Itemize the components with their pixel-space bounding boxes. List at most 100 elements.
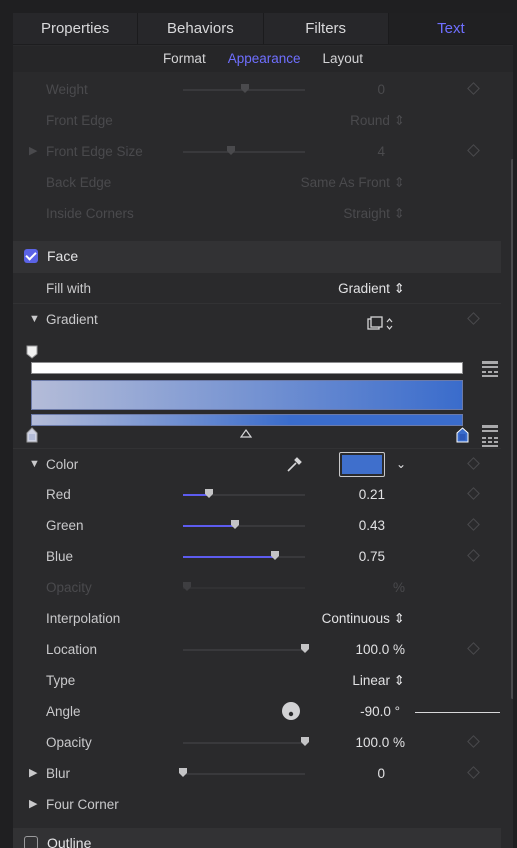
subtab-appearance[interactable]: Appearance: [228, 46, 301, 72]
keyframe-diamond-icon[interactable]: [467, 82, 480, 95]
face-opacity-thumb[interactable]: [300, 737, 310, 747]
weight-label: Weight: [46, 82, 88, 97]
red-slider[interactable]: [183, 489, 305, 498]
distribute-tags-icon[interactable]: [481, 360, 499, 383]
vertical-scrollbar[interactable]: [511, 159, 513, 699]
interpolation-label: Interpolation: [46, 611, 121, 626]
tab-filters[interactable]: Filters: [264, 13, 389, 44]
interpolation-row: Interpolation Continuous ⇕: [13, 603, 501, 634]
keyframe-diamond-icon[interactable]: [467, 487, 480, 500]
fill-with-row: Fill with Gradient ⇕: [13, 272, 501, 303]
inspector-tabs: Properties Behaviors Filters Text: [13, 13, 513, 45]
blue-slider-thumb[interactable]: [270, 551, 280, 561]
opacity-tag-start[interactable]: [26, 345, 38, 362]
outline-section-header: Outline: [13, 828, 501, 848]
weight-slider-thumb[interactable]: [240, 84, 250, 94]
face-opacity-row: Opacity 100.0 %: [13, 727, 501, 758]
color-tag-start[interactable]: [26, 427, 38, 446]
front-edge-popup[interactable]: Round ⇕: [283, 105, 405, 136]
color-label: Color: [46, 457, 79, 472]
location-value[interactable]: 100.0 %: [313, 634, 405, 665]
blur-label: Blur: [46, 766, 71, 781]
color-opacity-label: Opacity: [46, 580, 92, 595]
face-opacity-label: Opacity: [46, 735, 92, 750]
color-gradient-bar[interactable]: [31, 414, 463, 426]
color-opacity-value[interactable]: %: [313, 572, 405, 603]
blur-slider[interactable]: [179, 768, 305, 777]
disclosure-triangle-icon[interactable]: ▶: [29, 758, 37, 789]
disclosure-triangle-icon[interactable]: ▼: [29, 304, 40, 335]
fill-with-popup[interactable]: Gradient ⇕: [283, 273, 405, 304]
red-slider-thumb[interactable]: [204, 489, 214, 499]
type-popup[interactable]: Linear ⇕: [283, 665, 405, 696]
front-edge-label: Front Edge: [46, 113, 113, 128]
weight-slider[interactable]: [183, 84, 305, 93]
chevron-down-icon[interactable]: ⌄: [396, 449, 406, 480]
green-slider-thumb[interactable]: [230, 520, 240, 530]
tab-text[interactable]: Text: [388, 13, 513, 44]
tab-properties[interactable]: Properties: [13, 13, 139, 44]
weight-row: Weight 0: [13, 74, 501, 105]
color-well[interactable]: [339, 452, 385, 477]
four-corner-label: Four Corner: [46, 797, 119, 812]
keyframe-diamond-icon[interactable]: [467, 457, 480, 470]
blur-row: ▶ Blur 0: [13, 758, 501, 789]
location-slider[interactable]: [183, 644, 309, 653]
blue-row: Blue 0.75: [13, 541, 501, 572]
face-section-header: Face: [13, 241, 501, 272]
disclosure-triangle-icon[interactable]: ▶: [29, 136, 37, 167]
tab-behaviors[interactable]: Behaviors: [138, 13, 264, 44]
keyframe-diamond-icon[interactable]: [467, 549, 480, 562]
blue-slider[interactable]: [183, 551, 305, 560]
gradient-preset-icon[interactable]: [365, 312, 395, 343]
disclosure-triangle-icon[interactable]: ▼: [29, 449, 40, 480]
angle-value[interactable]: -90.0 °: [313, 696, 400, 727]
blur-slider-thumb[interactable]: [178, 768, 188, 778]
opacity-bar[interactable]: [31, 362, 463, 374]
subtab-format[interactable]: Format: [163, 46, 206, 72]
callout-line: [415, 712, 500, 713]
face-checkbox[interactable]: [24, 249, 38, 263]
keyframe-diamond-icon[interactable]: [467, 642, 480, 655]
green-slider[interactable]: [183, 520, 305, 529]
keyframe-diamond-icon[interactable]: [467, 518, 480, 531]
subtab-layout[interactable]: Layout: [323, 46, 364, 72]
midpoint-marker[interactable]: [239, 427, 253, 442]
type-label: Type: [46, 673, 76, 688]
keyframe-diamond-icon[interactable]: [467, 766, 480, 779]
face-opacity-value[interactable]: 100.0 %: [313, 727, 405, 758]
front-edge-size-value[interactable]: 4: [313, 136, 385, 167]
blur-value[interactable]: 0: [313, 758, 385, 789]
red-row: Red 0.21: [13, 479, 501, 510]
outline-checkbox[interactable]: [24, 836, 38, 848]
blue-slider-fill: [183, 556, 275, 558]
keyframe-diamond-icon[interactable]: [467, 735, 480, 748]
inside-corners-popup[interactable]: Straight ⇕: [283, 198, 405, 229]
disclosure-triangle-icon[interactable]: ▶: [29, 789, 37, 820]
location-slider-thumb[interactable]: [300, 644, 310, 654]
red-value[interactable]: 0.21: [313, 479, 385, 510]
text-subtabs: Format Appearance Layout: [13, 46, 513, 72]
front-edge-size-slider[interactable]: [183, 146, 305, 155]
back-edge-popup[interactable]: Same As Front ⇕: [253, 167, 405, 198]
green-value[interactable]: 0.43: [313, 510, 385, 541]
keyframe-diamond-icon[interactable]: [467, 312, 480, 325]
interpolation-popup[interactable]: Continuous ⇕: [253, 603, 405, 634]
color-opacity-thumb[interactable]: [182, 582, 192, 592]
green-row: Green 0.43: [13, 510, 501, 541]
type-row: Type Linear ⇕: [13, 665, 501, 696]
front-edge-size-row: ▶ Front Edge Size 4: [13, 136, 501, 167]
color-opacity-slider[interactable]: [183, 582, 305, 591]
keyframe-diamond-icon[interactable]: [467, 144, 480, 157]
blue-value[interactable]: 0.75: [313, 541, 385, 572]
green-label: Green: [46, 518, 84, 533]
location-row: Location 100.0 %: [13, 634, 501, 665]
front-edge-size-thumb[interactable]: [226, 146, 236, 156]
front-edge-row: Front Edge Round ⇕: [13, 105, 501, 136]
gradient-editor: [13, 345, 513, 456]
color-row: ▼ Color ⌄: [13, 448, 501, 479]
face-opacity-slider[interactable]: [183, 737, 309, 746]
color-tag-end[interactable]: [456, 427, 469, 446]
front-edge-size-label: Front Edge Size: [46, 144, 143, 159]
weight-value[interactable]: 0: [313, 74, 385, 105]
